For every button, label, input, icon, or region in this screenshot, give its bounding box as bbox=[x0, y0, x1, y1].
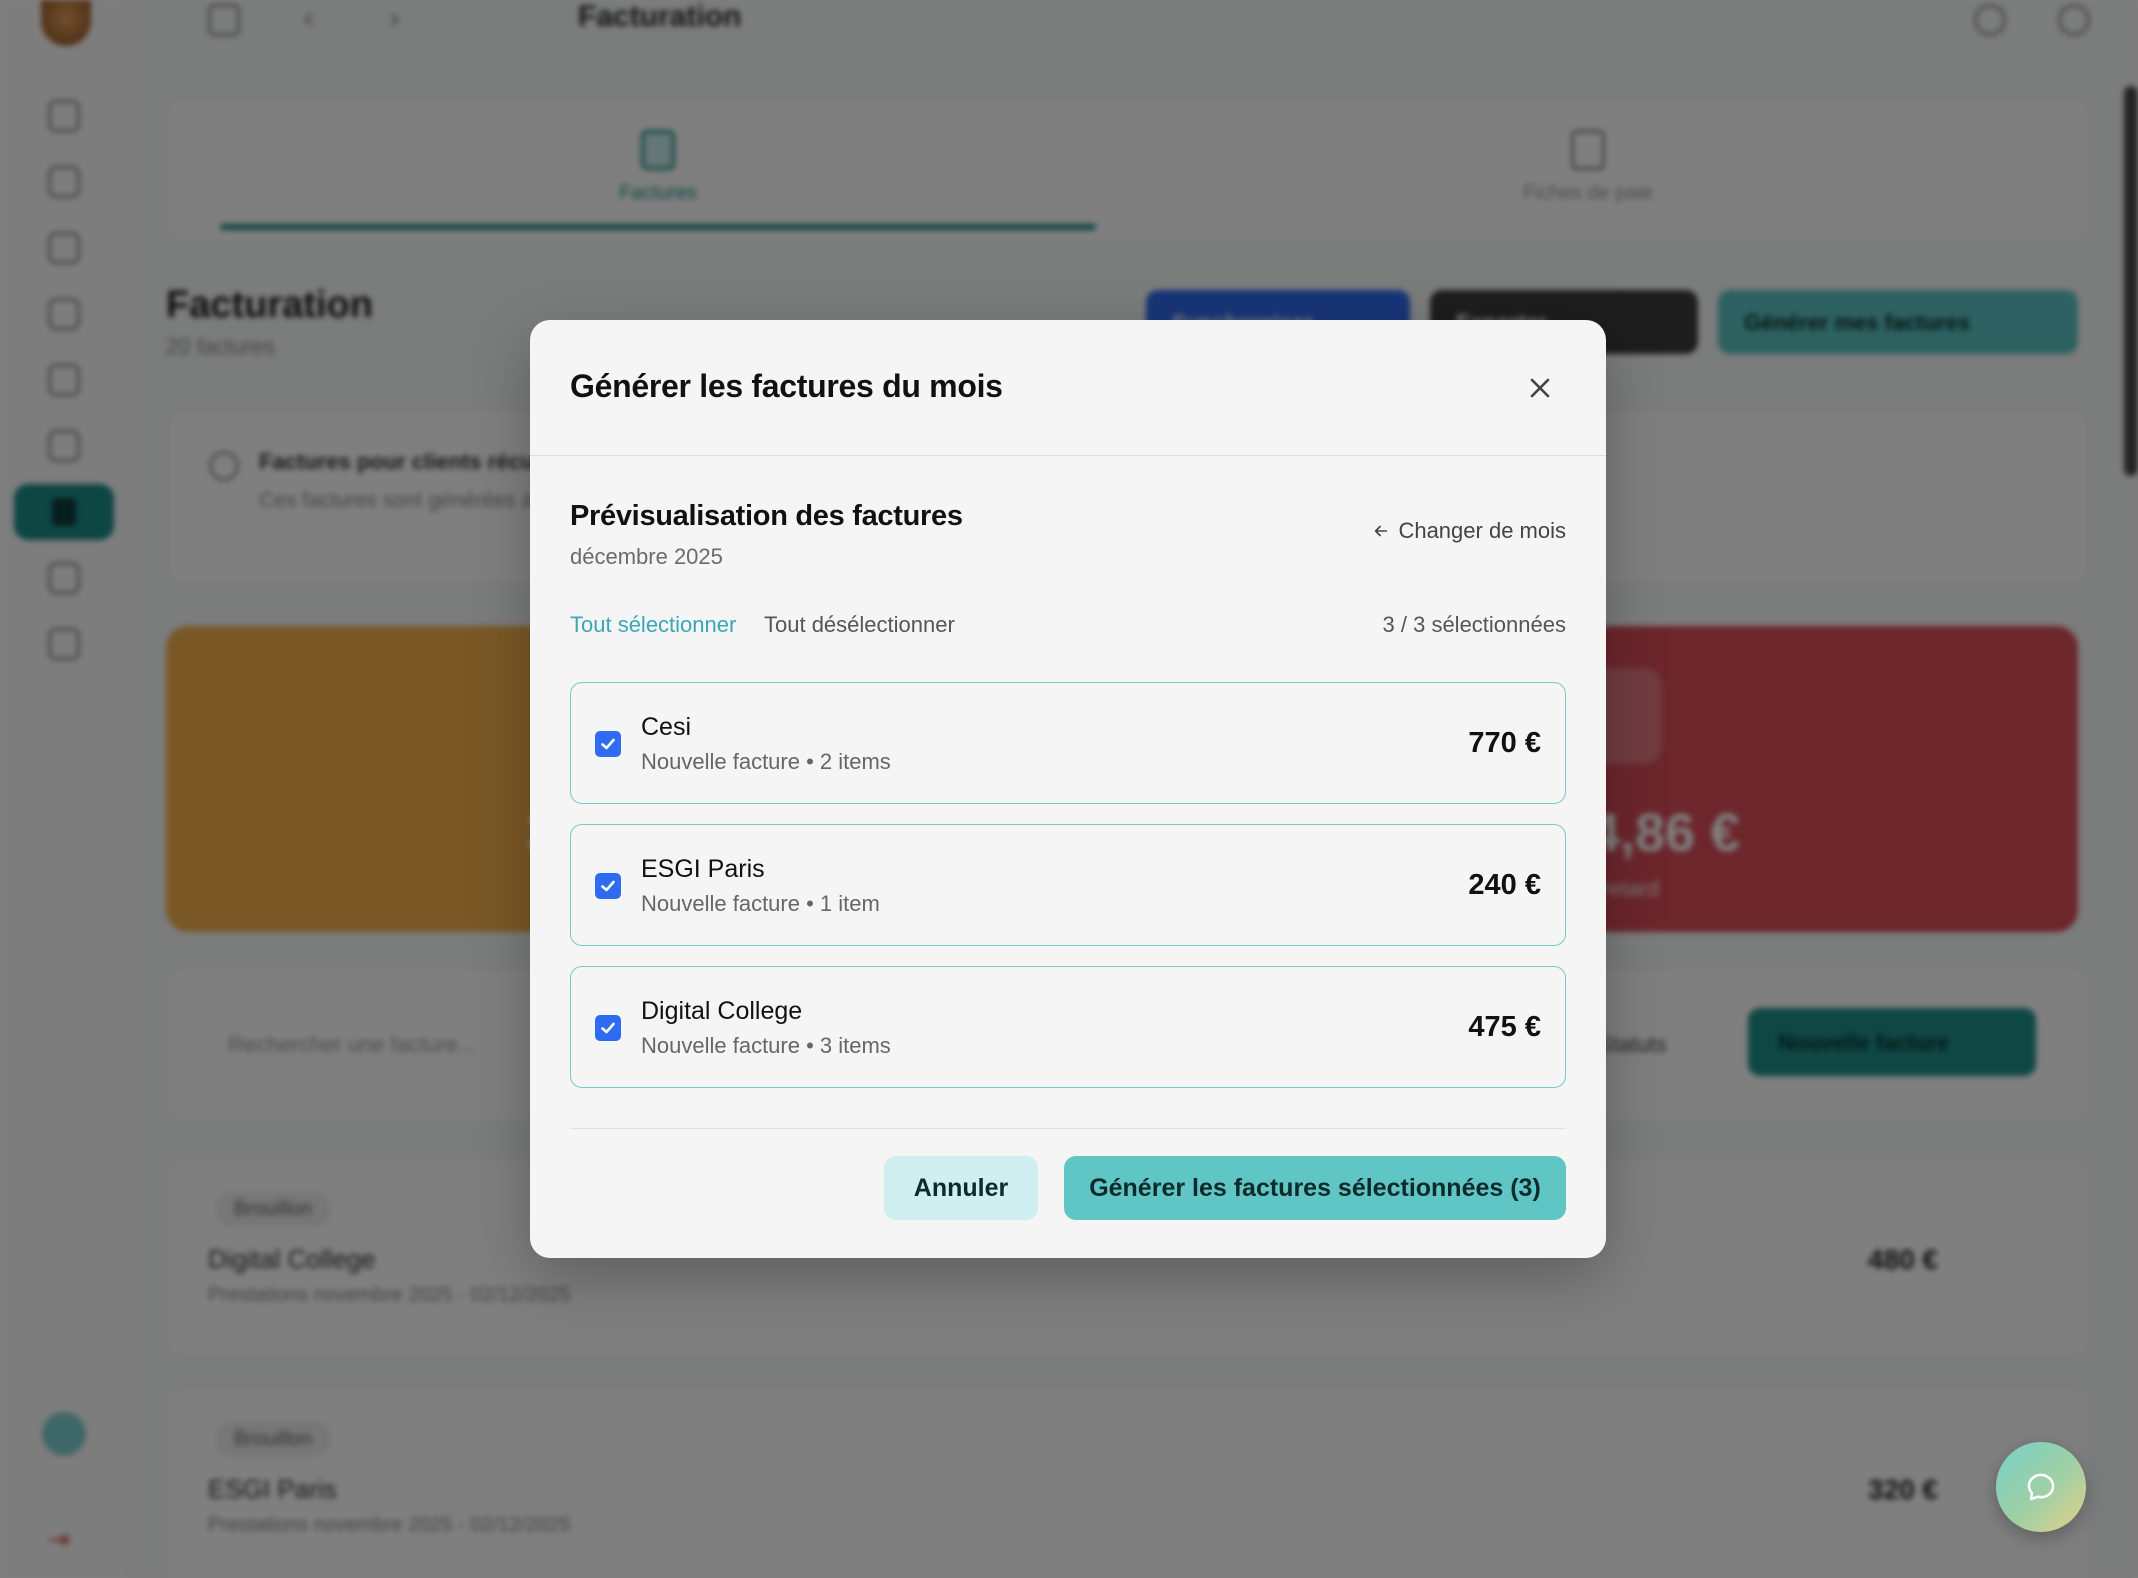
deselect-all-link[interactable]: Tout désélectionner bbox=[764, 612, 955, 638]
modal-title: Générer les factures du mois bbox=[570, 368, 1003, 404]
generate-invoices-modal: Générer les factures du mois Prévisualis… bbox=[530, 320, 1606, 1258]
item-client-name: Cesi bbox=[641, 713, 692, 741]
invoice-preview-item[interactable]: Digital College Nouvelle facture • 3 ite… bbox=[570, 966, 1566, 1088]
invoice-checkbox[interactable] bbox=[595, 731, 621, 757]
invoice-checkbox[interactable] bbox=[595, 1015, 621, 1041]
change-month-link[interactable]: Changer de mois bbox=[1372, 518, 1566, 544]
item-amount: 240 € bbox=[1468, 869, 1541, 901]
close-icon[interactable] bbox=[1526, 374, 1554, 402]
item-client-name: Digital College bbox=[641, 997, 803, 1025]
modal-footer-divider bbox=[570, 1128, 1566, 1129]
item-subtitle: Nouvelle facture • 1 item bbox=[641, 891, 880, 916]
cancel-button[interactable]: Annuler bbox=[884, 1156, 1038, 1220]
change-month-label: Changer de mois bbox=[1398, 518, 1566, 543]
preview-month: décembre 2025 bbox=[570, 544, 723, 569]
invoice-checkbox[interactable] bbox=[595, 873, 621, 899]
selected-count: 3 / 3 sélectionnées bbox=[1382, 612, 1566, 637]
item-amount: 475 € bbox=[1468, 1011, 1541, 1043]
item-client-name: ESGI Paris bbox=[641, 855, 765, 883]
check-icon bbox=[601, 1022, 615, 1034]
preview-title: Prévisualisation des factures bbox=[570, 500, 963, 532]
select-all-link[interactable]: Tout sélectionner bbox=[570, 612, 736, 638]
chat-bubble-icon bbox=[2027, 1473, 2055, 1501]
modal-header: Générer les factures du mois bbox=[530, 320, 1606, 456]
item-subtitle: Nouvelle facture • 3 items bbox=[641, 1033, 891, 1058]
check-icon bbox=[601, 880, 615, 892]
invoice-preview-item[interactable]: ESGI Paris Nouvelle facture • 1 item 240… bbox=[570, 824, 1566, 946]
item-amount: 770 € bbox=[1468, 727, 1541, 759]
arrow-left-icon bbox=[1375, 525, 1388, 537]
item-subtitle: Nouvelle facture • 2 items bbox=[641, 749, 891, 774]
invoice-preview-item[interactable]: Cesi Nouvelle facture • 2 items 770 € bbox=[570, 682, 1566, 804]
check-icon bbox=[601, 738, 615, 750]
generate-selected-button[interactable]: Générer les factures sélectionnées (3) bbox=[1064, 1156, 1566, 1220]
chat-button[interactable] bbox=[1996, 1442, 2086, 1532]
